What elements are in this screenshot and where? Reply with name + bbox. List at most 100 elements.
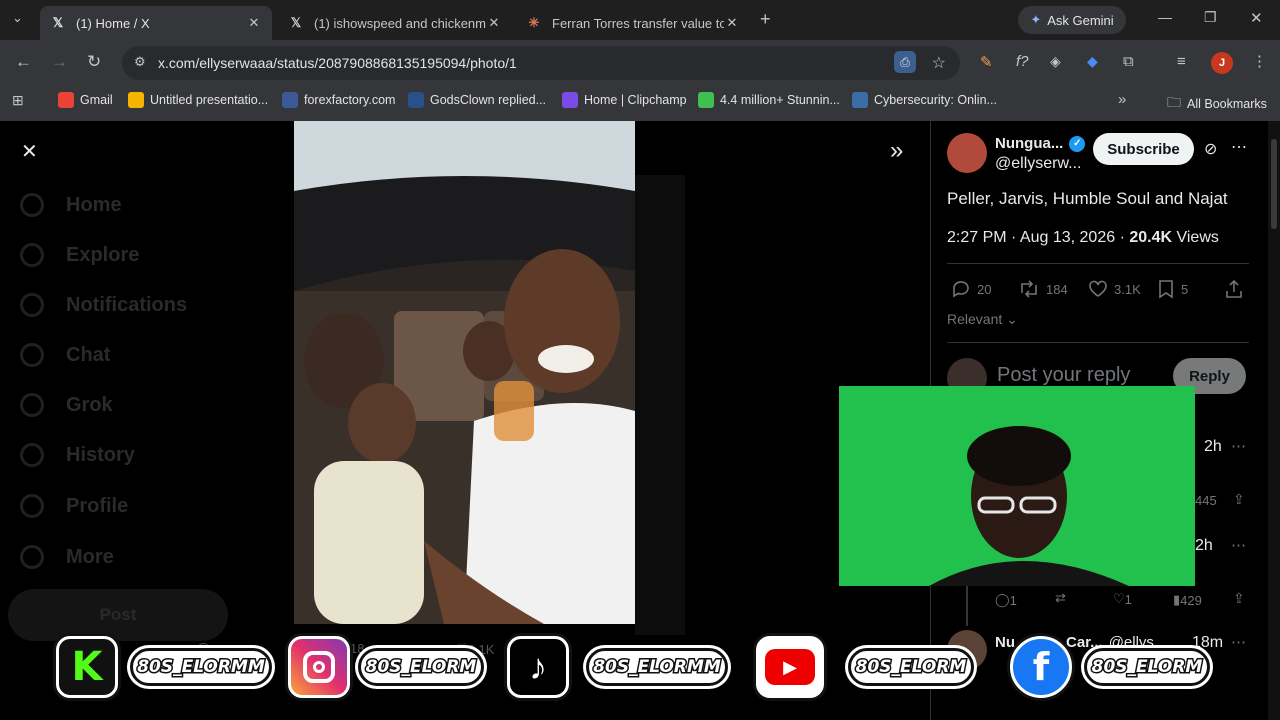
close-tab-icon[interactable]: ✕ (246, 15, 262, 31)
nav-grok[interactable]: Grok (20, 393, 113, 417)
tab-search-icon[interactable]: ⌄ (12, 10, 23, 26)
close-window-icon[interactable]: ✕ (1250, 9, 1263, 27)
bookmark-gmail[interactable]: Gmail (58, 92, 113, 108)
formula-extension-icon[interactable]: f? (1016, 53, 1029, 70)
back-icon[interactable]: ← (15, 52, 32, 72)
metric-value: 3.1K (1114, 281, 1141, 297)
more-bookmarks-icon[interactable]: » (1118, 91, 1126, 108)
bookmark-clipchamp[interactable]: Home | Clipchamp (562, 92, 687, 108)
bookmark-count[interactable]: 5 (1157, 279, 1188, 299)
close-tab-icon[interactable]: ✕ (724, 15, 740, 31)
apps-grid-icon[interactable]: ⊞ (12, 92, 24, 109)
reply-comment-count[interactable]: ◯ 1 (995, 592, 1017, 608)
more-options-icon[interactable]: ⋯ (1231, 137, 1247, 157)
reply-repost[interactable]: ⇄ (1055, 590, 1066, 606)
nav-label: Home (66, 193, 122, 216)
collapse-panel-icon[interactable]: » (890, 137, 903, 165)
tab-title: Ferran Torres transfer value to R (552, 15, 724, 31)
pen-extension-icon[interactable]: ✎ (980, 53, 993, 71)
x-logo-icon: 𝕏 (290, 15, 302, 30)
nav-more[interactable]: More (20, 545, 114, 569)
reply-icon (953, 281, 969, 298)
bookmark-forexfactory[interactable]: forexfactory.com (282, 92, 395, 108)
reload-icon[interactable]: ↻ (87, 52, 101, 72)
forward-icon[interactable]: → (51, 52, 68, 72)
bookmark-star-icon[interactable]: ☆ (932, 53, 946, 73)
nav-history[interactable]: History (20, 443, 135, 467)
author-avatar[interactable] (947, 133, 987, 173)
extension-icon[interactable]: ◈ (1050, 53, 1061, 70)
scrollbar[interactable] (1268, 121, 1280, 720)
tab-ferran-torres[interactable]: ✳ Ferran Torres transfer value to R ✕ (516, 6, 750, 40)
reply-more-icon[interactable]: ⋯ (1231, 633, 1246, 651)
views-count: 20.4K (1129, 229, 1173, 246)
claude-icon: ✳ (528, 15, 540, 30)
ask-gemini-button[interactable]: ✦ Ask Gemini (1018, 6, 1126, 34)
media-control-icon[interactable]: ≡ (1177, 53, 1186, 70)
heart-icon (1089, 280, 1107, 297)
kick-handle: 80S_ELORMM (130, 648, 272, 686)
post-photo (294, 121, 635, 624)
nav-explore[interactable]: Explore (20, 243, 139, 267)
metric-value: 429 (1180, 592, 1202, 608)
post-button[interactable]: Post (8, 589, 228, 641)
bookmark-stunning[interactable]: 4.4 million+ Stunnin... (698, 92, 840, 108)
reply-view-count[interactable]: ▮ 429 (1173, 592, 1202, 608)
puzzle-extensions-icon[interactable]: ⧉ (1123, 53, 1134, 70)
new-tab-icon[interactable]: + (760, 9, 771, 30)
like-count[interactable]: 3.1K (1088, 279, 1141, 299)
share-button[interactable] (1224, 279, 1250, 299)
reply-like-count[interactable]: ♡ 1 (1113, 591, 1132, 607)
close-tab-icon[interactable]: ✕ (486, 15, 502, 31)
tab-ishowspeed[interactable]: 𝕏 (1) ishowspeed and chickenman ✕ (278, 6, 512, 40)
streamer-webcam-image (839, 386, 1195, 586)
reply-input[interactable]: Post your reply (997, 364, 1130, 387)
scrollbar-thumb[interactable] (1271, 139, 1277, 229)
author-handle[interactable]: @ellyserw... (995, 155, 1081, 173)
sort-dropdown[interactable]: Relevant ⌄ (947, 311, 1018, 328)
tab-home-x[interactable]: 𝕏 (1) Home / X ✕ (40, 6, 272, 40)
share-icon[interactable]: ⇪ (1233, 491, 1245, 508)
nav-chat[interactable]: Chat (20, 343, 110, 367)
close-viewer-icon[interactable]: ✕ (21, 139, 38, 164)
reply-more-icon[interactable]: ⋯ (1231, 536, 1246, 554)
minimize-icon[interactable]: — (1158, 9, 1172, 25)
bookmark-godsclown[interactable]: GodsClown replied... (408, 92, 546, 108)
share-icon[interactable]: ⇪ (1233, 590, 1245, 607)
install-app-icon[interactable]: ⎙ (894, 51, 916, 73)
address-bar[interactable]: ⚙ x.com/ellyserwaaa/status/2087908868135… (122, 46, 960, 80)
author-name[interactable]: Nungua... ✓ (995, 135, 1086, 152)
side-navigation: Home Explore Notifications Chat Grok His… (8, 121, 280, 641)
nav-home[interactable]: Home (20, 193, 122, 217)
nav-notifications[interactable]: Notifications (20, 293, 187, 317)
nav-label: Grok (66, 393, 113, 416)
handle-text: 80S_ELORM (1090, 656, 1204, 679)
handle-text: 80S_ELORM (854, 656, 968, 679)
reply-count[interactable]: 20 (951, 279, 991, 299)
repost-icon (1021, 280, 1037, 298)
grok-explain-icon[interactable]: ⊘ (1204, 139, 1217, 159)
sort-label: Relevant (947, 311, 1003, 327)
subscribe-button[interactable]: Subscribe (1093, 133, 1194, 165)
profile-icon (20, 494, 44, 518)
youtube-handle: 80S_ELORM (848, 648, 974, 686)
gemini-icon: ✦ (1030, 12, 1042, 27)
reply-author[interactable]: Nu (995, 634, 1015, 651)
all-bookmarks-button[interactable]: 🗀 All Bookmarks (1167, 92, 1267, 116)
kick-logo-icon: K (56, 636, 118, 698)
nav-profile[interactable]: Profile (20, 494, 128, 518)
reply-more-icon[interactable]: ⋯ (1231, 437, 1246, 455)
repost-count[interactable]: 184 (1018, 279, 1068, 299)
reply-time: 2h (1204, 438, 1222, 455)
reply-views[interactable]: 445 (1195, 493, 1217, 508)
nav-label: Explore (66, 243, 140, 266)
profile-avatar[interactable]: J (1211, 52, 1233, 74)
folder-icon: 🗀 (1167, 94, 1181, 110)
bookmark-presentation[interactable]: Untitled presentatio... (128, 92, 268, 108)
history-icon (20, 443, 44, 467)
browser-menu-icon[interactable]: ⋮ (1252, 52, 1267, 70)
tag-extension-icon[interactable]: ◆ (1087, 53, 1098, 70)
bookmark-cybersecurity[interactable]: Cybersecurity: Onlin... (852, 92, 997, 108)
restore-icon[interactable]: ❐ (1204, 9, 1217, 26)
site-info-icon[interactable]: ⚙ (134, 54, 146, 70)
